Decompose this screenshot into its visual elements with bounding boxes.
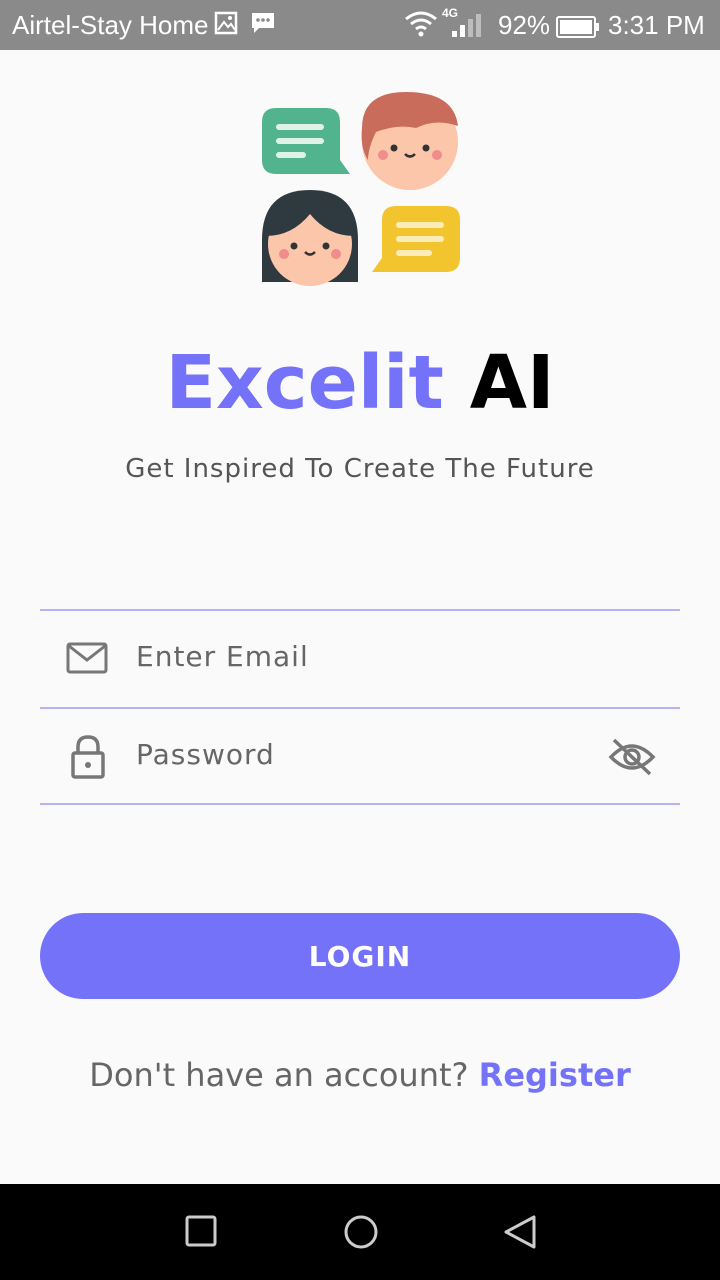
wifi-icon xyxy=(404,10,438,45)
register-prompt-row: Don't have an account? Register xyxy=(0,1056,720,1094)
register-prompt: Don't have an account? xyxy=(89,1056,469,1094)
battery-icon xyxy=(556,14,600,45)
password-input[interactable] xyxy=(136,729,596,779)
clock: 3:31 PM xyxy=(608,10,705,40)
app-title-part1: Excelit xyxy=(165,340,444,426)
message-icon xyxy=(250,10,276,43)
battery-percent: 92% xyxy=(498,10,551,40)
lock-icon xyxy=(70,735,106,783)
girl-face-icon xyxy=(262,190,358,286)
system-nav-bar xyxy=(0,1184,720,1280)
password-field-row xyxy=(40,707,680,805)
email-field-row xyxy=(40,609,680,707)
register-link[interactable]: Register xyxy=(479,1056,631,1094)
mail-icon xyxy=(66,641,108,679)
tagline: Get Inspired To Create The Future xyxy=(125,454,595,484)
recents-button[interactable] xyxy=(184,1214,218,1252)
login-button[interactable]: LOGIN xyxy=(40,913,680,999)
yellow-speech-bubble-icon xyxy=(372,206,460,272)
status-bar: Airtel-Stay Home 4G 92% 3:31 PM xyxy=(0,0,720,50)
gallery-icon xyxy=(214,10,238,43)
signal-icon xyxy=(450,14,484,45)
home-button[interactable] xyxy=(343,1214,379,1254)
app-logo xyxy=(256,88,464,294)
eye-off-icon[interactable] xyxy=(608,737,656,781)
carrier-name: Airtel-Stay Home xyxy=(12,10,209,40)
boy-face-icon xyxy=(361,92,458,190)
app-title-part2: AI xyxy=(469,340,555,426)
green-speech-bubble-icon xyxy=(262,108,350,174)
email-input[interactable] xyxy=(136,631,596,681)
back-button[interactable] xyxy=(502,1214,538,1254)
login-screen: Excelit AI Get Inspired To Create The Fu… xyxy=(0,50,720,1184)
app-title: Excelit AI xyxy=(0,340,720,426)
